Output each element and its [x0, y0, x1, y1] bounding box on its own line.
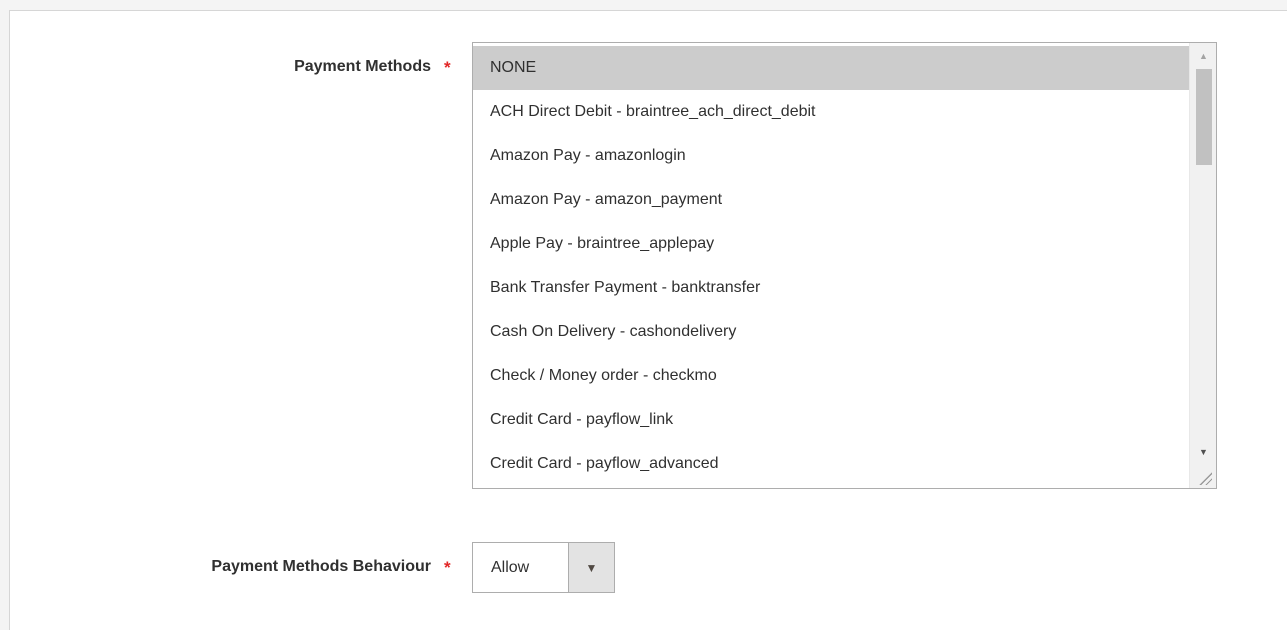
payment-method-option[interactable]: Cash On Delivery - cashondelivery [473, 310, 1189, 354]
payment-methods-multiselect[interactable]: NONE ACH Direct Debit - braintree_ach_dir… [472, 42, 1217, 489]
triangle-down-icon[interactable]: ▼ [1190, 443, 1216, 461]
payment-methods-required-mark: * [444, 58, 451, 77]
payment-method-option[interactable]: Credit Card - payflow_link [473, 398, 1189, 442]
payment-methods-behaviour-select[interactable]: Allow ▼ [472, 542, 615, 593]
payment-method-option[interactable]: Credit Card - payflow_advanced [473, 442, 1189, 486]
payment-method-option[interactable]: Amazon Pay - amazon_payment [473, 178, 1189, 222]
payment-methods-label: Payment Methods [294, 58, 431, 75]
payment-method-option[interactable]: Check / Money order - checkmo [473, 354, 1189, 398]
payment-method-option[interactable]: NONE [473, 46, 1189, 90]
resize-grip-icon[interactable] [1198, 471, 1212, 485]
payment-methods-behaviour-label: Payment Methods Behaviour [211, 558, 431, 575]
payment-method-option[interactable]: Bank Transfer Payment - banktransfer [473, 266, 1189, 310]
payment-methods-behaviour-required-mark: * [444, 558, 451, 577]
select-value: Allow [491, 559, 530, 576]
caret-down-icon: ▼ [585, 560, 598, 575]
payment-method-option[interactable]: Amazon Pay - amazonlogin [473, 134, 1189, 178]
triangle-up-icon[interactable]: ▲ [1190, 47, 1216, 65]
select-toggle-button[interactable]: ▼ [568, 543, 614, 592]
multiselect-scrollbar[interactable]: ▲ ▼ [1189, 43, 1216, 488]
payment-method-option[interactable]: ACH Direct Debit - braintree_ach_direct_… [473, 90, 1189, 134]
scrollbar-thumb[interactable] [1196, 69, 1212, 165]
payment-method-option[interactable]: Apple Pay - braintree_applepay [473, 222, 1189, 266]
